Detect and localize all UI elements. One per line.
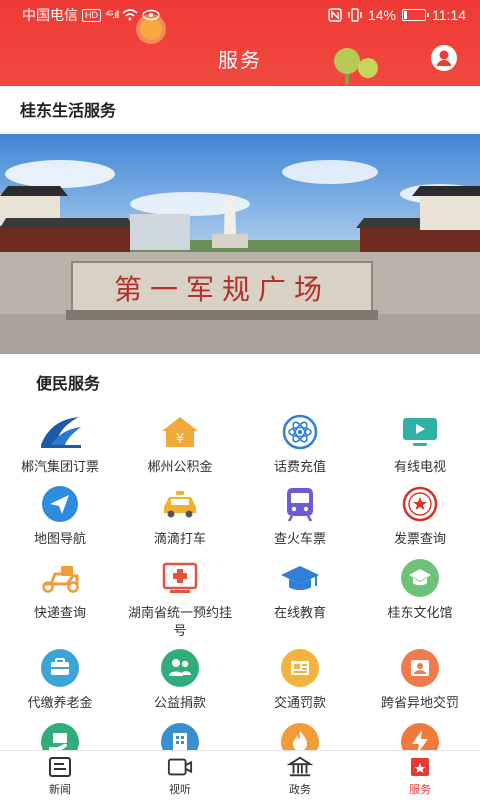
tv-icon: [403, 418, 437, 446]
user-profile-icon[interactable]: [430, 44, 458, 72]
signal-icon: ⁴ᴳ.ıll: [105, 9, 119, 21]
video-icon: [167, 758, 193, 775]
briefcase-icon: [41, 649, 79, 687]
scooter-icon: [42, 566, 79, 593]
invoice-seal-icon: [402, 486, 438, 522]
service-item-bus-ticket[interactable]: 郴汽集团订票: [0, 412, 120, 476]
service-item-traffic-fine[interactable]: 交通罚款: [240, 648, 360, 712]
service-item-pension-payment[interactable]: 代缴养老金: [0, 648, 120, 712]
battery-level-fill: [404, 11, 407, 19]
page-title: 服务: [218, 50, 262, 72]
service-item-cultural-center[interactable]: 桂东文化馆: [360, 558, 480, 622]
medical-cross-icon: [162, 562, 198, 593]
service-label: 公益捐款: [153, 695, 206, 710]
carrier-name: 中国电信: [22, 7, 78, 23]
battery-icon: [402, 9, 429, 21]
service-label: 有线电视: [393, 459, 446, 474]
service-label: 湖南省统一预约挂号: [127, 605, 232, 638]
service-item-hospital-registration[interactable]: 湖南省统一预约挂号: [120, 558, 240, 640]
tab-label: 服务: [409, 783, 431, 796]
news-icon: [49, 756, 71, 777]
tab-label: 新闻: [49, 783, 71, 796]
service-item-express-query[interactable]: 快递查询: [0, 558, 120, 622]
service-label: 查火车票: [273, 531, 326, 546]
service-label: 桂东文化馆: [387, 605, 453, 620]
service-label: 郴州公积金: [147, 459, 213, 474]
government-icon: [287, 756, 313, 776]
hd-badge: HD: [82, 8, 101, 22]
service-label: 郴汽集团订票: [20, 459, 99, 474]
status-bar: 中国电信 HD ⁴ᴳ.ıll 14% 11:14: [0, 0, 480, 30]
service-item-didi-taxi[interactable]: 滴滴打车: [120, 484, 240, 548]
banner-image[interactable]: 第一军规广场: [0, 134, 480, 354]
plaque-text: 第一军规广场: [114, 273, 330, 306]
wifi-icon: [122, 9, 138, 21]
service-star-icon: [411, 757, 429, 776]
section-title: 桂东生活服务: [0, 86, 480, 132]
service-label: 交通罚款: [273, 695, 326, 710]
tab-government[interactable]: 政务: [240, 751, 360, 800]
service-item-online-education[interactable]: 在线教育: [240, 558, 360, 622]
service-item-housing-fund[interactable]: ¥ 郴州公积金: [120, 412, 240, 476]
bus-company-logo-icon: [41, 417, 81, 448]
atom-recharge-icon: [282, 414, 318, 450]
services-title: 便民服务: [36, 376, 101, 393]
service-label: 话费充值: [273, 459, 326, 474]
service-label: 快递查询: [33, 605, 86, 620]
navigation-icon: [42, 486, 78, 522]
tab-news[interactable]: 新闻: [0, 751, 120, 800]
service-label: 代缴养老金: [27, 695, 93, 710]
service-label: 发票查询: [393, 531, 446, 546]
tab-label: 视听: [169, 783, 191, 796]
service-item-cable-tv[interactable]: 有线电视: [360, 412, 480, 476]
clock-time: 11:14: [432, 7, 466, 23]
service-label: 跨省异地交罚: [380, 695, 459, 710]
graduation-cap-icon: [281, 566, 319, 590]
battery-percent: 14%: [367, 7, 396, 23]
service-item-map-navigation[interactable]: 地图导航: [0, 484, 120, 548]
nfc-icon: [328, 8, 342, 22]
service-item-phone-recharge[interactable]: 话费充值: [240, 412, 360, 476]
service-label: 滴滴打车: [153, 531, 206, 546]
train-icon: [287, 488, 313, 522]
taxi-icon: [164, 491, 196, 518]
tab-label: 政务: [289, 783, 311, 796]
svg-text:¥: ¥: [176, 432, 184, 447]
eye-icon: [142, 9, 160, 21]
culture-hall-icon: [401, 559, 439, 597]
service-item-train-ticket[interactable]: 查火车票: [240, 484, 360, 548]
service-label: 地图导航: [33, 531, 86, 546]
tab-service[interactable]: 服务: [360, 751, 480, 800]
banner-photo: 第一军规广场: [0, 134, 480, 354]
service-item-cross-province-fine[interactable]: 跨省异地交罚: [360, 648, 480, 712]
tab-video[interactable]: 视听: [120, 751, 240, 800]
bottom-tab-bar: 新闻 视听 政务 服务: [0, 750, 480, 800]
app-header: 中国电信 HD ⁴ᴳ.ıll 14% 11:14 服务: [0, 0, 480, 86]
service-item-invoice-query[interactable]: 发票查询: [360, 484, 480, 548]
ticket-icon: [281, 649, 319, 687]
people-icon: [161, 649, 199, 687]
service-item-charity-donation[interactable]: 公益捐款: [120, 648, 240, 712]
service-label: 在线教育: [273, 605, 326, 620]
vibrate-icon: [348, 8, 362, 22]
person-card-icon: [401, 649, 439, 687]
fund-house-icon: ¥: [162, 417, 198, 447]
